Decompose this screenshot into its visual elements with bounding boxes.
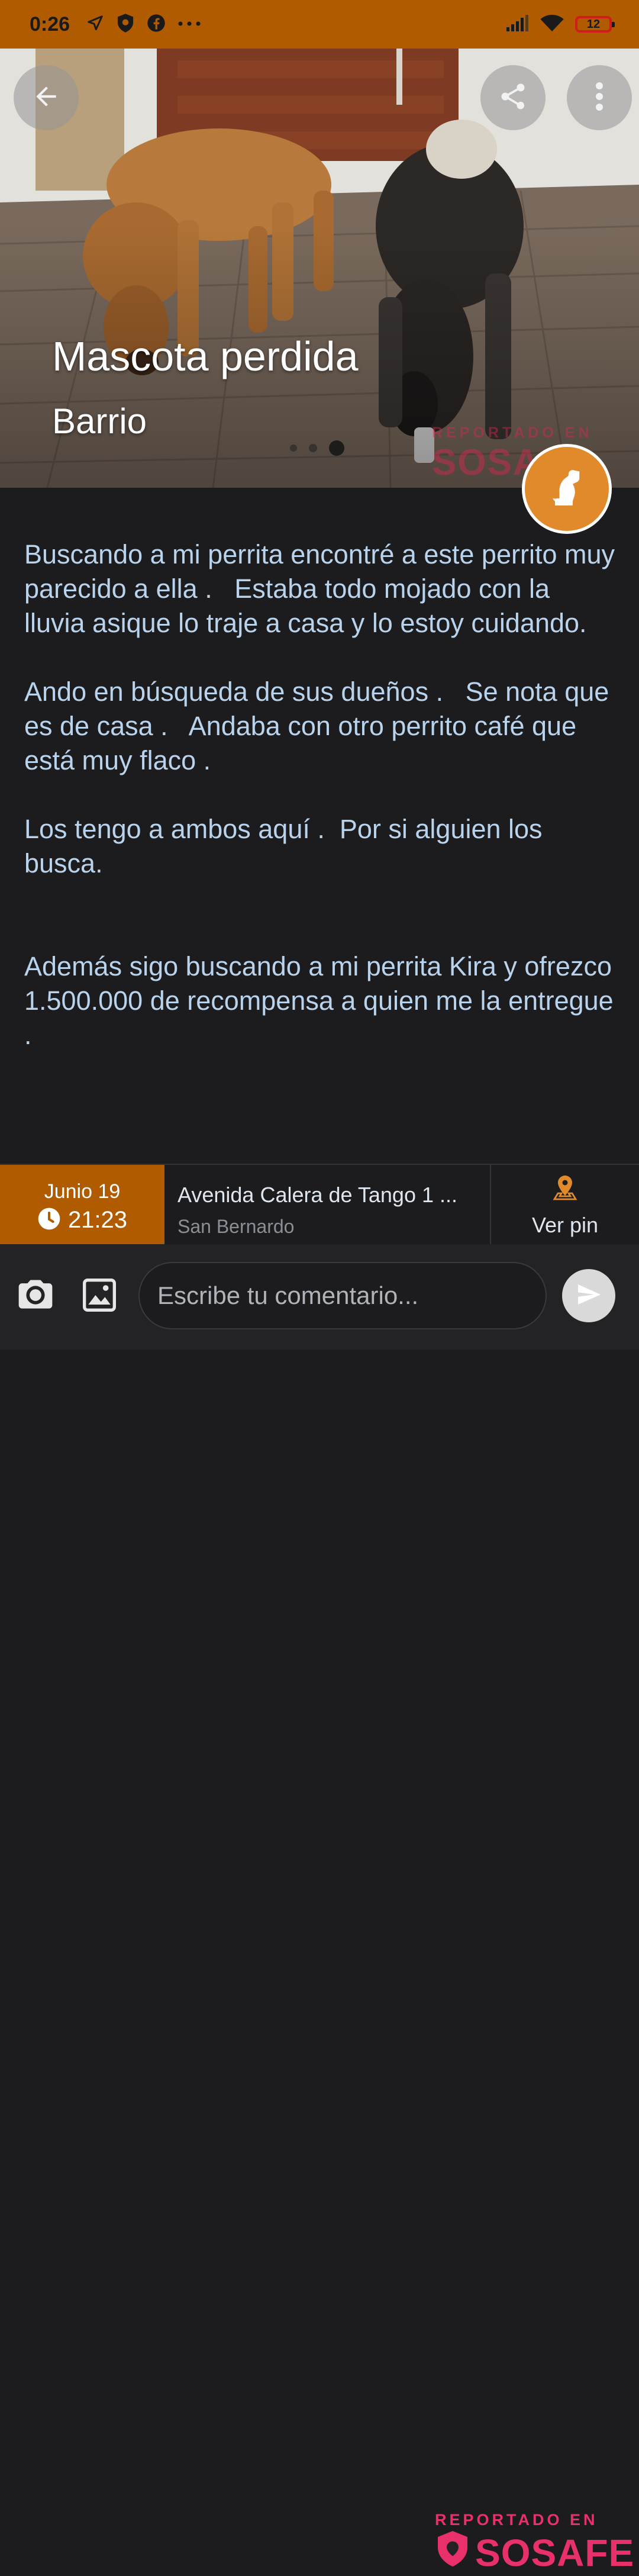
clock-icon bbox=[37, 1207, 61, 1234]
watermark-big-text: SOSAFE bbox=[475, 2531, 635, 2574]
battery-icon: 12 bbox=[575, 16, 615, 33]
post-address: Avenida Calera de Tango 1 ... bbox=[178, 1183, 458, 1207]
carousel-dots bbox=[290, 440, 344, 456]
carousel-dot[interactable] bbox=[309, 444, 317, 452]
back-button[interactable] bbox=[14, 65, 79, 130]
watermark-small-text: REPORTADO EN bbox=[435, 2511, 598, 2529]
date-time-box: Junio 19 21:23 bbox=[0, 1165, 164, 1245]
description-paragraph: Además sigo buscando a mi perrita Kira y… bbox=[24, 951, 621, 1050]
post-description: Buscando a mi perrita encontré a este pe… bbox=[24, 537, 616, 1087]
dog-icon bbox=[543, 464, 590, 514]
post-time: 21:23 bbox=[67, 1207, 128, 1233]
comment-composer: REPORTADO EN SOSAFE bbox=[0, 1244, 639, 2574]
send-button[interactable] bbox=[562, 1269, 615, 1322]
wifi-icon bbox=[540, 14, 564, 36]
watermark-small-text: REPORTADO EN bbox=[432, 424, 593, 441]
more-options-button[interactable] bbox=[567, 65, 632, 130]
arrow-left-icon bbox=[31, 82, 61, 114]
comment-input[interactable] bbox=[138, 1262, 547, 1329]
camera-icon bbox=[15, 1275, 56, 1318]
share-icon bbox=[498, 81, 528, 115]
carousel-dot[interactable] bbox=[290, 445, 297, 452]
view-pin-button[interactable]: Ver pin bbox=[491, 1165, 639, 1245]
post-date: Junio 19 bbox=[44, 1180, 121, 1203]
more-notifications-icon bbox=[178, 19, 201, 30]
sosafe-shield-icon bbox=[435, 2529, 470, 2576]
navigation-arrow-icon bbox=[86, 14, 104, 35]
more-vert-icon bbox=[595, 81, 604, 115]
sosafe-watermark-bottom: REPORTADO EN SOSAFE bbox=[435, 2511, 634, 2576]
description-paragraph: Buscando a mi perrita encontré a este pe… bbox=[24, 539, 622, 638]
view-pin-label: Ver pin bbox=[531, 1212, 599, 1237]
status-bar: 0:26 12 bbox=[0, 0, 639, 49]
status-time: 0:26 bbox=[30, 12, 70, 36]
shield-icon bbox=[116, 13, 135, 36]
post-city: San Bernardo bbox=[178, 1216, 295, 1237]
carousel-dot-active[interactable] bbox=[329, 440, 344, 456]
post-title: Mascota perdida bbox=[52, 333, 359, 379]
facebook-icon bbox=[147, 14, 166, 36]
image-icon bbox=[80, 1276, 118, 1317]
send-icon bbox=[575, 1280, 603, 1312]
signal-icon bbox=[505, 14, 529, 35]
camera-button[interactable] bbox=[12, 1273, 59, 1320]
address-box[interactable]: Avenida Calera de Tango 1 ... San Bernar… bbox=[164, 1165, 491, 1245]
map-pin-icon bbox=[551, 1173, 579, 1205]
hero-photo[interactable]: Mascota perdida Barrio REPORTADO EN SOSA… bbox=[0, 49, 639, 488]
gallery-button[interactable] bbox=[76, 1273, 123, 1320]
battery-level: 12 bbox=[586, 17, 601, 31]
description-paragraph: Ando en búsqueda de sus dueños . Se nota… bbox=[24, 677, 617, 775]
description-paragraph: Los tengo a ambos aquí . Por si alguien … bbox=[24, 814, 550, 878]
post-info-bar: Junio 19 21:23 Avenida Calera de Tango 1… bbox=[0, 1164, 639, 1245]
post-subtitle: Barrio bbox=[52, 401, 147, 441]
share-button[interactable] bbox=[480, 65, 546, 130]
pet-category-badge bbox=[522, 444, 612, 534]
